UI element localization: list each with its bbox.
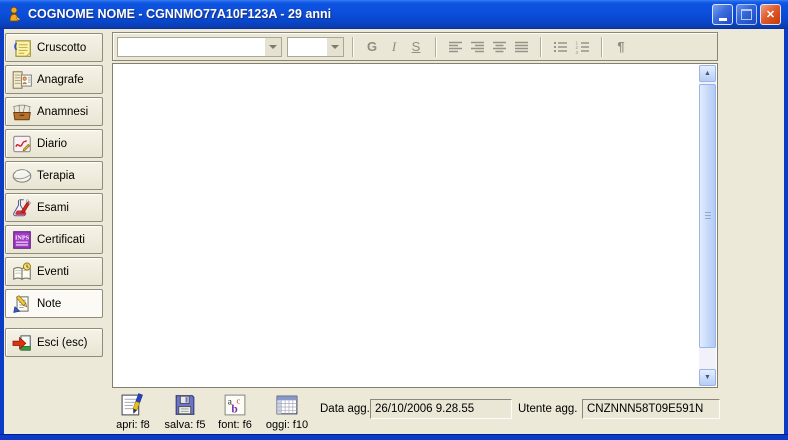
save-icon	[172, 392, 198, 418]
font-size-select[interactable]	[287, 37, 344, 57]
scrollbar-thumb[interactable]	[699, 84, 716, 348]
utente-agg-label: Utente agg.	[518, 403, 577, 415]
chevron-down-icon[interactable]	[265, 38, 281, 56]
application-window: COGNOME NOME - CGNNMO77A10F123A - 29 ann…	[0, 0, 788, 440]
note-pencil-icon	[11, 293, 33, 315]
diary-pen-icon	[11, 133, 33, 155]
window-controls: ✕	[712, 4, 781, 25]
sidebar-item-esami[interactable]: Esami	[5, 193, 103, 222]
note-text-area[interactable]	[115, 66, 697, 385]
utente-agg-field: CNZNNN58T09E591N	[582, 399, 720, 419]
font-button[interactable]: a c b font: f6	[210, 392, 260, 431]
toolbar-separator	[540, 37, 541, 57]
svg-text:b: b	[231, 403, 237, 415]
toolbar-separator	[352, 37, 353, 57]
sidebar-item-label: Cruscotto	[37, 42, 86, 54]
sidebar-item-label: Anagrafe	[37, 74, 84, 86]
maximize-icon[interactable]	[736, 4, 757, 25]
toolbar-separator	[601, 37, 602, 57]
card-file-icon	[11, 101, 33, 123]
sidebar-item-label: Certificati	[37, 234, 85, 246]
data-agg-field: 26/10/2006 9.28.55	[370, 399, 512, 419]
close-icon[interactable]: ✕	[760, 4, 781, 25]
person-icon	[6, 5, 24, 23]
sidebar-item-diario[interactable]: Diario	[5, 129, 103, 158]
sidebar-item-label: Terapia	[37, 170, 75, 182]
align-left-icon[interactable]	[444, 37, 466, 57]
id-card-icon	[11, 69, 33, 91]
inps-icon: INPS	[11, 229, 33, 251]
pilcrow-button[interactable]: ¶	[610, 37, 632, 57]
sidebar-item-label: Esami	[37, 202, 69, 214]
exit-icon	[11, 332, 33, 354]
format-toolbar: G I S	[112, 32, 718, 61]
minimize-icon[interactable]	[712, 4, 733, 25]
today-button-label: oggi: f10	[266, 419, 308, 431]
window-border-bottom	[0, 434, 788, 440]
italic-button[interactable]: I	[383, 37, 405, 57]
today-icon	[274, 392, 300, 418]
scroll-down-icon[interactable]: ▼	[699, 369, 716, 386]
align-center-icon[interactable]	[488, 37, 510, 57]
titlebar: COGNOME NOME - CGNNMO77A10F123A - 29 ann…	[0, 0, 788, 29]
window-border-right	[784, 29, 788, 434]
sidebar-item-cruscotto[interactable]: Cruscotto	[5, 33, 103, 62]
sidebar-item-esci[interactable]: Esci (esc)	[5, 328, 103, 357]
font-button-label: font: f6	[218, 419, 252, 431]
sidebar-item-anamnesi[interactable]: Anamnesi	[5, 97, 103, 126]
underline-button[interactable]: S	[405, 37, 427, 57]
save-button[interactable]: salva: f5	[158, 392, 212, 431]
bold-button[interactable]: G	[361, 37, 383, 57]
today-button[interactable]: oggi: f10	[260, 392, 314, 431]
pill-icon	[11, 165, 33, 187]
window-title: COGNOME NOME - CGNNMO77A10F123A - 29 ann…	[28, 7, 712, 21]
font-family-select[interactable]	[117, 37, 282, 57]
open-button-label: apri: f8	[116, 419, 150, 431]
data-agg-label: Data agg.	[320, 403, 370, 415]
sidebar-item-eventi[interactable]: Eventi	[5, 257, 103, 286]
numbered-list-icon[interactable]: 123	[571, 37, 593, 57]
font-icon: a c b	[222, 392, 248, 418]
open-icon	[120, 392, 146, 418]
sidebar-item-label: Note	[37, 298, 61, 310]
svg-text:INPS: INPS	[15, 235, 30, 241]
chevron-down-icon[interactable]	[327, 38, 343, 56]
toolbar-separator	[435, 37, 436, 57]
window-content: Cruscotto Anagrafe	[4, 29, 784, 434]
svg-text:3: 3	[575, 49, 578, 53]
sidebar-item-anagrafe[interactable]: Anagrafe	[5, 65, 103, 94]
notepad-clip-icon	[11, 37, 33, 59]
sidebar-item-terapia[interactable]: Terapia	[5, 161, 103, 190]
sidebar-item-certificati[interactable]: INPS Certificati	[5, 225, 103, 254]
sidebar-item-label: Diario	[37, 138, 67, 150]
vertical-scrollbar[interactable]: ▲ ▼	[699, 65, 716, 386]
save-button-label: salva: f5	[165, 419, 206, 431]
sidebar-item-label: Anamnesi	[37, 106, 88, 118]
scroll-up-icon[interactable]: ▲	[699, 65, 716, 82]
sidebar-item-note[interactable]: Note	[5, 289, 103, 318]
bullet-list-icon[interactable]	[549, 37, 571, 57]
justify-icon[interactable]	[510, 37, 532, 57]
lab-flask-icon	[11, 197, 33, 219]
sidebar: Cruscotto Anagrafe	[4, 29, 106, 434]
open-button[interactable]: apri: f8	[106, 392, 160, 431]
sidebar-item-label: Eventi	[37, 266, 69, 278]
note-editor: ▲ ▼	[112, 63, 718, 388]
sidebar-item-label: Esci (esc)	[37, 337, 87, 349]
align-right-icon[interactable]	[466, 37, 488, 57]
book-clock-icon	[11, 261, 33, 283]
